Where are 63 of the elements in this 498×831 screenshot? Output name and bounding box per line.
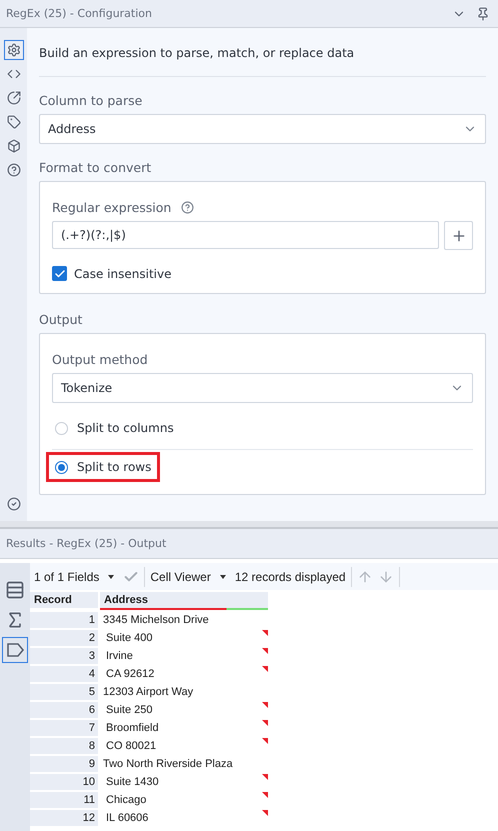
- record-number: 11: [30, 792, 98, 808]
- record-number: 8: [30, 738, 98, 754]
- column-dropdown[interactable]: Address: [39, 114, 486, 144]
- column-header: Record: [30, 592, 98, 608]
- case-insensitive-checkbox[interactable]: Case insensitive: [52, 266, 473, 281]
- record-number: 6: [30, 702, 98, 718]
- side-tab[interactable]: [2, 637, 28, 663]
- field-label: Column to parse: [39, 93, 144, 108]
- radio-label: Split to columns: [77, 421, 174, 435]
- section-heading: Format to convert: [39, 160, 152, 175]
- help-icon: [6, 163, 20, 177]
- flag-marker: [262, 810, 268, 816]
- record-number: 7: [30, 720, 98, 736]
- radio-button[interactable]: [55, 460, 68, 474]
- flag-marker: [262, 648, 268, 654]
- arrow-circle-icon: [6, 91, 20, 105]
- tag-icon: [5, 640, 25, 660]
- side-tab[interactable]: [4, 40, 24, 60]
- caret-icon[interactable]: [108, 574, 114, 578]
- record-number: 9: [30, 756, 98, 772]
- cube-icon: [6, 139, 20, 153]
- record-number: 5: [30, 684, 98, 700]
- description: Build an expression to parse, match, or replace data: [39, 46, 486, 77]
- rows-icon: [5, 580, 25, 600]
- record-number: 1: [30, 612, 98, 628]
- column-header: Address: [100, 592, 268, 610]
- highlighted-radio-option[interactable]: Split to rows: [46, 452, 160, 482]
- record-number: 3: [30, 648, 98, 664]
- add-button[interactable]: [444, 221, 473, 250]
- flag-marker: [262, 792, 268, 798]
- plus-icon: [450, 228, 466, 244]
- radio-option[interactable]: Split to columns: [46, 413, 183, 443]
- viewer-dropdown[interactable]: Cell Viewer: [150, 570, 211, 584]
- flag-marker: [262, 774, 268, 780]
- fields-dropdown[interactable]: 1 of 1 Fields: [34, 570, 100, 584]
- settings-icon: [6, 43, 20, 57]
- checkbox[interactable]: [52, 266, 67, 281]
- help-icon[interactable]: [181, 201, 194, 214]
- caret-icon[interactable]: [220, 574, 226, 578]
- flag-marker: [262, 738, 268, 744]
- code-icon: [6, 67, 20, 81]
- flag-marker: [262, 666, 268, 672]
- panel-title: RegEx (25) - Configuration: [6, 7, 153, 20]
- records-count: 12 records displayed: [234, 570, 346, 584]
- field-label: Regular expression: [52, 200, 172, 215]
- radio-label: Split to rows: [77, 460, 152, 474]
- field-label: Output method: [52, 352, 149, 367]
- checkbox-label: Case insensitive: [74, 266, 172, 280]
- record-number: 2: [30, 630, 98, 646]
- regex-input[interactable]: (.+?)(?:,|$): [52, 221, 439, 249]
- flag-marker: [262, 720, 268, 726]
- record-number: 10: [30, 774, 98, 790]
- method-dropdown[interactable]: Tokenize: [52, 373, 473, 403]
- check-icon: [54, 268, 66, 280]
- flag-marker: [262, 702, 268, 708]
- check-circle-icon: [6, 497, 20, 511]
- record-number: 12: [30, 810, 98, 826]
- flag-marker: [262, 630, 268, 636]
- record-number: 4: [30, 666, 98, 682]
- tag-icon: [6, 115, 20, 129]
- panel-title: Results - RegEx (25) - Output: [6, 537, 168, 550]
- section-heading: Output: [39, 312, 84, 327]
- pin-icon[interactable]: [476, 6, 490, 20]
